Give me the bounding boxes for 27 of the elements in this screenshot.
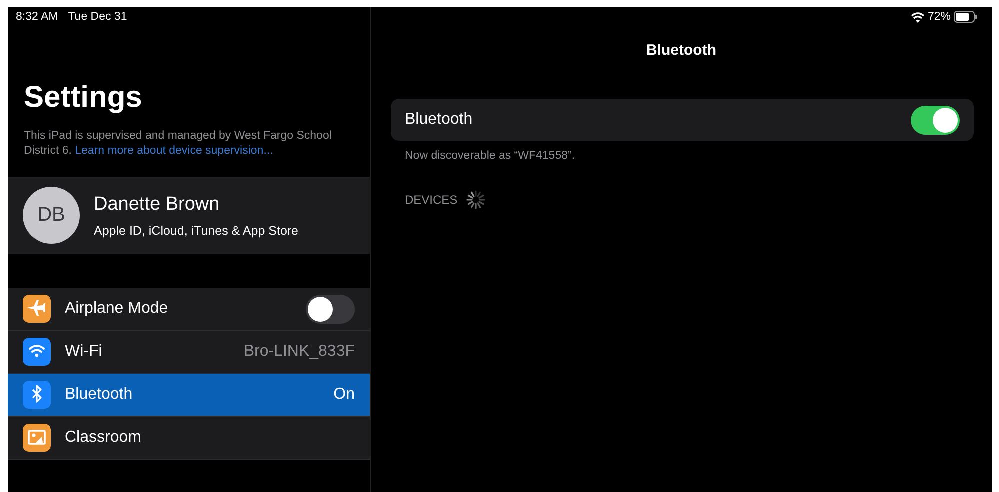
item-label: Wi-Fi <box>65 343 104 361</box>
supervision-link[interactable]: Learn more about device supervision... <box>75 145 274 157</box>
item-label: Classroom <box>65 429 142 447</box>
profile-subtitle: Apple ID, iCloud, iTunes & App Store <box>94 224 299 238</box>
item-value: Bro-LINK_833F <box>244 343 355 361</box>
settings-item[interactable]: Airplane Mode <box>8 288 370 331</box>
page-title: Settings <box>24 81 144 115</box>
section-header: DEVICES <box>405 193 458 207</box>
supervision-note: This iPad is supervised and managed by West Fargo School District 6. Learn more about device supervision... <box>24 129 333 159</box>
detail-title: Bluetooth <box>646 42 718 59</box>
status-time: 8:32 AM <box>16 11 58 23</box>
item-value: On <box>334 386 355 404</box>
profile-name: Danette Brown <box>94 194 221 216</box>
item-label: Airplane Mode <box>65 300 170 318</box>
avatar: DB <box>23 187 80 244</box>
settings-item[interactable]: Classroom <box>8 417 370 460</box>
item-label: Bluetooth <box>65 386 134 404</box>
status-date: Tue Dec 31 <box>68 11 128 23</box>
setting-label: Bluetooth <box>405 111 474 129</box>
toggle-switch[interactable] <box>306 294 355 324</box>
discoverable-note: Now discoverable as “WF41558”. <box>405 150 576 162</box>
profile-row[interactable]: DB Danette Brown Apple ID, iCloud, iTunes & App Store <box>8 177 370 254</box>
settings-item[interactable]: Bluetooth On <box>8 374 370 417</box>
wifi-icon <box>910 12 925 22</box>
battery-percent: 72% <box>928 11 951 23</box>
battery-icon <box>954 11 978 23</box>
toggle-switch[interactable] <box>911 106 960 134</box>
